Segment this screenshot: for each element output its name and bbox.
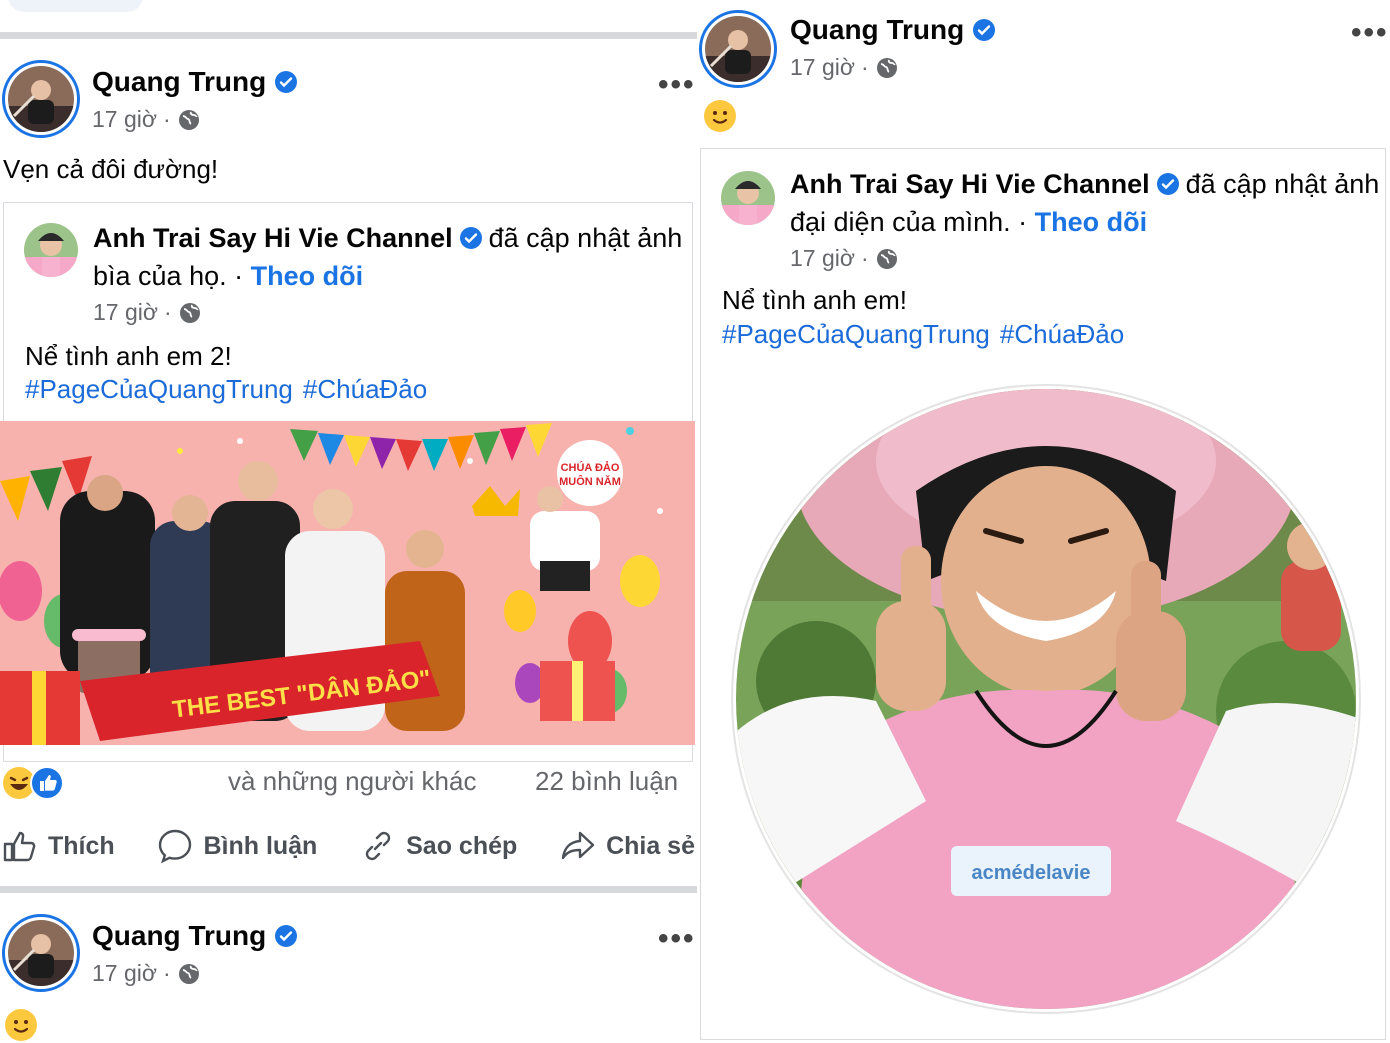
author-avatar[interactable] bbox=[699, 10, 777, 88]
like-label: Thích bbox=[48, 831, 115, 860]
post-meta: 17 giờ · bbox=[92, 960, 201, 987]
meta-dot: · bbox=[162, 106, 171, 132]
shared-post-card[interactable]: Anh Trai Say Hi Vie Channel đã cập nhật ả… bbox=[700, 148, 1386, 1040]
like-reaction-icon[interactable] bbox=[30, 766, 64, 800]
more-options-icon[interactable]: ••• bbox=[1351, 18, 1389, 48]
meta-dot: · bbox=[860, 245, 869, 271]
more-options-icon[interactable]: ••• bbox=[658, 70, 696, 100]
meta-dot: · bbox=[162, 960, 171, 986]
top-pill[interactable] bbox=[8, 0, 143, 12]
right-feed: Quang Trung 17 giờ · ••• Anh Trai Say Hi… bbox=[697, 0, 1390, 1043]
meta-dot: · bbox=[1018, 207, 1028, 237]
shared-header: Anh Trai Say Hi Vie Channel đã cập nhật ả… bbox=[93, 219, 693, 295]
post-time[interactable]: 17 giờ bbox=[92, 106, 157, 133]
page-name[interactable]: Anh Trai Say Hi Vie Channel bbox=[790, 169, 1150, 199]
profile-photo-art: acmédelavie bbox=[731, 384, 1361, 1014]
post-meta: 17 giờ · bbox=[92, 106, 201, 133]
like-icon bbox=[3, 831, 36, 862]
shared-meta: 17 giờ · bbox=[93, 299, 202, 326]
copy-link-button[interactable]: Sao chép bbox=[360, 828, 517, 864]
author-name-row: Quang Trung bbox=[92, 66, 298, 98]
shared-header: Anh Trai Say Hi Vie Channel đã cập nhật ả… bbox=[790, 165, 1390, 241]
left-feed: Quang Trung 17 giờ · ••• Vẹn cả đôi đườn… bbox=[0, 0, 697, 1043]
page-name[interactable]: Anh Trai Say Hi Vie Channel bbox=[93, 223, 453, 253]
meta-dot: · bbox=[163, 299, 172, 325]
shared-meta: 17 giờ · bbox=[790, 245, 899, 272]
post-action-bar: Thích Bình luận Sao chép Chia sẻ bbox=[0, 828, 697, 864]
share-icon bbox=[561, 831, 595, 860]
globe-icon bbox=[876, 248, 897, 269]
shared-time[interactable]: 17 giờ bbox=[93, 299, 158, 326]
verified-badge-icon bbox=[459, 227, 482, 249]
verified-badge-icon bbox=[275, 925, 298, 947]
comment-icon bbox=[159, 829, 192, 864]
hashtag-link[interactable]: #PageCủaQuangTrung bbox=[722, 319, 990, 350]
post-separator bbox=[0, 32, 697, 39]
globe-icon bbox=[179, 302, 200, 323]
copy-label: Sao chép bbox=[406, 831, 518, 860]
shared-time[interactable]: 17 giờ bbox=[790, 245, 855, 272]
post-meta: 17 giờ · bbox=[790, 54, 899, 81]
meta-dot: · bbox=[234, 261, 244, 291]
verified-badge-icon bbox=[973, 19, 996, 41]
comments-count[interactable]: 22 bình luận bbox=[535, 766, 678, 797]
author-avatar[interactable] bbox=[2, 60, 80, 138]
author-name[interactable]: Quang Trung bbox=[92, 920, 266, 952]
hashtags: #PageCủaQuangTrung #ChúaĐảo bbox=[722, 319, 1124, 350]
comment-label: Bình luận bbox=[203, 831, 318, 860]
meta-dot: · bbox=[860, 54, 869, 80]
follow-link[interactable]: Theo dõi bbox=[1035, 207, 1147, 237]
cover-badge-line2: MUÔN NĂM bbox=[559, 475, 621, 488]
hashtags: #PageCủaQuangTrung #ChúaĐảo bbox=[25, 374, 427, 405]
share-button[interactable]: Chia sẻ bbox=[560, 828, 695, 864]
share-label: Chia sẻ bbox=[606, 831, 695, 860]
post-separator bbox=[0, 886, 697, 893]
hashtag-link[interactable]: #ChúaĐảo bbox=[1000, 319, 1124, 350]
verified-badge-icon bbox=[1156, 173, 1179, 195]
post-caption: Vẹn cả đôi đường! bbox=[3, 154, 219, 184]
hashtag-link[interactable]: #PageCủaQuangTrung bbox=[25, 374, 293, 405]
comment-button[interactable]: Bình luận bbox=[157, 828, 317, 864]
globe-icon bbox=[178, 963, 199, 984]
page-avatar[interactable] bbox=[24, 223, 78, 277]
page-avatar[interactable] bbox=[721, 171, 775, 225]
like-button[interactable]: Thích bbox=[2, 828, 115, 864]
cover-badge-line1: CHÚA ĐẢO bbox=[561, 461, 620, 474]
more-options-icon[interactable]: ••• bbox=[658, 924, 696, 954]
author-avatar[interactable] bbox=[2, 914, 80, 992]
shared-text: Nể tình anh em! bbox=[722, 285, 907, 315]
verified-badge-icon bbox=[275, 71, 298, 93]
slight-smile-emoji-icon bbox=[4, 1008, 38, 1042]
slight-smile-emoji-icon bbox=[703, 99, 737, 133]
globe-icon bbox=[178, 109, 199, 130]
cover-photo-art: THE BEST "DÂN ĐẢO" CHÚA ĐẢO MUÔN NĂM bbox=[0, 421, 695, 745]
reaction-others-text[interactable]: và những người khác bbox=[228, 766, 476, 797]
post-time[interactable]: 17 giờ bbox=[790, 54, 855, 81]
post-time[interactable]: 17 giờ bbox=[92, 960, 157, 987]
hashtag-link[interactable]: #ChúaĐảo bbox=[303, 374, 427, 405]
profile-photo[interactable]: acmédelavie bbox=[726, 381, 1366, 1021]
shirt-label-text: acmédelavie bbox=[972, 862, 1091, 884]
shared-text: Nể tình anh em 2! bbox=[25, 341, 232, 371]
link-icon bbox=[365, 831, 391, 861]
author-name[interactable]: Quang Trung bbox=[790, 14, 964, 46]
author-name[interactable]: Quang Trung bbox=[92, 66, 266, 98]
author-name-row: Quang Trung bbox=[92, 920, 298, 952]
author-name-row: Quang Trung bbox=[790, 14, 996, 46]
cover-photo[interactable]: THE BEST "DÂN ĐẢO" CHÚA ĐẢO MUÔN NĂM bbox=[0, 421, 695, 745]
globe-icon bbox=[876, 57, 897, 78]
follow-link[interactable]: Theo dõi bbox=[251, 261, 363, 291]
